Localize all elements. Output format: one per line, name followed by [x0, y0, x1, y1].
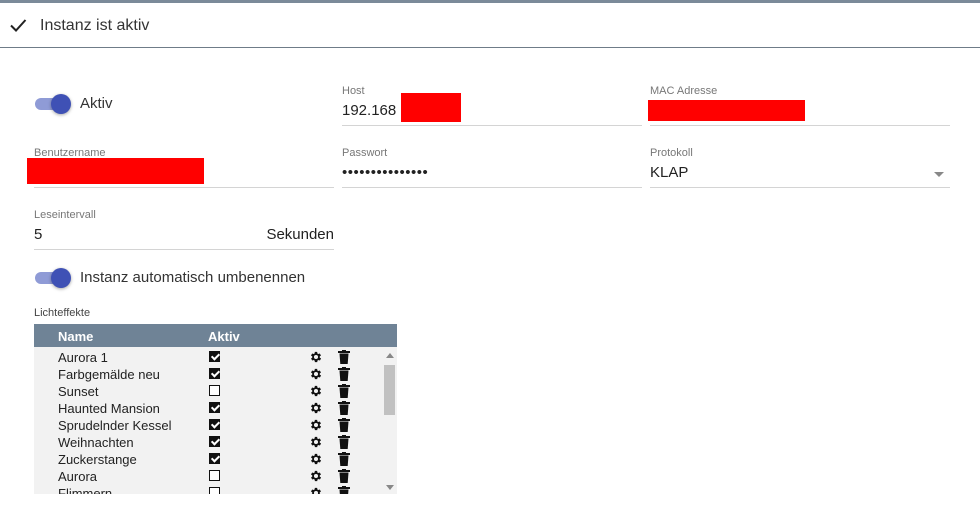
- active-checkbox[interactable]: [209, 368, 220, 379]
- active-checkbox[interactable]: [209, 385, 220, 396]
- password-field[interactable]: Passwort •••••••••••••••: [342, 147, 642, 188]
- scroll-up-icon[interactable]: [386, 353, 394, 358]
- effect-name: Sprudelnder Kessel: [58, 418, 172, 433]
- redaction-mac: [648, 100, 805, 121]
- trash-icon[interactable]: [338, 418, 350, 432]
- protocol-label: Protokoll: [650, 147, 693, 159]
- active-checkbox[interactable]: [209, 351, 220, 362]
- table-row[interactable]: Sprudelnder Kessel: [34, 417, 382, 434]
- gear-icon[interactable]: [309, 452, 323, 466]
- active-toggle[interactable]: [34, 92, 72, 114]
- interval-unit: Sekunden: [266, 226, 334, 243]
- scroll-thumb[interactable]: [384, 365, 395, 415]
- trash-icon[interactable]: [338, 367, 350, 381]
- protocol-value: KLAP: [650, 164, 689, 181]
- light-effects-table: Name Aktiv Aurora 1 Farbgemälde neu Sunset…: [34, 324, 397, 494]
- active-checkbox[interactable]: [209, 436, 220, 447]
- instance-status-header[interactable]: Instanz ist aktiv: [0, 3, 980, 48]
- column-header-name[interactable]: Name: [58, 329, 93, 344]
- gear-icon[interactable]: [309, 435, 323, 449]
- table-row[interactable]: Zuckerstange: [34, 451, 382, 468]
- active-checkbox[interactable]: [209, 453, 220, 464]
- interval-input[interactable]: 5: [34, 226, 42, 243]
- trash-icon[interactable]: [338, 384, 350, 398]
- effect-name: Aurora: [58, 469, 98, 484]
- host-label: Host: [342, 85, 365, 97]
- gear-icon[interactable]: [309, 469, 323, 483]
- redaction-username: [27, 158, 204, 184]
- gear-icon[interactable]: [309, 418, 323, 432]
- effect-name: Aurora 1: [58, 350, 108, 365]
- table-row[interactable]: Haunted Mansion: [34, 400, 382, 417]
- gear-icon[interactable]: [309, 350, 323, 364]
- interval-field[interactable]: Leseintervall 5 Sekunden: [34, 209, 334, 250]
- trash-icon[interactable]: [338, 401, 350, 415]
- active-checkbox[interactable]: [209, 470, 220, 481]
- password-label: Passwort: [342, 147, 388, 159]
- effect-name: Weihnachten: [58, 435, 134, 450]
- table-row[interactable]: Farbgemälde neu: [34, 366, 382, 383]
- trash-icon[interactable]: [338, 469, 350, 483]
- table-row[interactable]: Weihnachten: [34, 434, 382, 451]
- trash-icon[interactable]: [338, 486, 350, 494]
- active-checkbox[interactable]: [209, 487, 220, 494]
- redaction-host: [401, 93, 461, 122]
- table-header: Name Aktiv: [34, 324, 397, 347]
- active-checkbox[interactable]: [209, 402, 220, 413]
- check-icon: [10, 19, 27, 32]
- active-checkbox[interactable]: [209, 419, 220, 430]
- active-toggle-label: Aktiv: [80, 95, 113, 112]
- mac-address-label: MAC Adresse: [650, 85, 718, 97]
- auto-rename-label: Instanz automatisch umbenennen: [80, 269, 306, 286]
- auto-rename-toggle[interactable]: [34, 266, 72, 288]
- trash-icon[interactable]: [338, 350, 350, 364]
- effect-name: Haunted Mansion: [58, 401, 160, 416]
- interval-label: Leseintervall: [34, 209, 96, 221]
- host-field[interactable]: Host 192.168: [342, 85, 642, 126]
- protocol-select[interactable]: Protokoll KLAP: [650, 147, 950, 188]
- table-row[interactable]: Flimmern: [34, 485, 382, 494]
- scroll-down-icon[interactable]: [386, 485, 394, 490]
- dropdown-arrow-icon[interactable]: [934, 172, 944, 177]
- effect-name: Farbgemälde neu: [58, 367, 160, 382]
- header-title: Instanz ist aktiv: [40, 17, 150, 34]
- effect-name: Sunset: [58, 384, 99, 399]
- table-row[interactable]: Sunset: [34, 383, 382, 400]
- table-row[interactable]: Aurora: [34, 468, 382, 485]
- host-input[interactable]: 192.168: [342, 102, 396, 119]
- light-effects-label: Lichteffekte: [34, 307, 91, 319]
- effect-name: Flimmern: [58, 486, 113, 494]
- trash-icon[interactable]: [338, 435, 350, 449]
- gear-icon[interactable]: [309, 486, 323, 494]
- table-body: Aurora 1 Farbgemälde neu Sunset Haunted Man…: [34, 349, 382, 494]
- gear-icon[interactable]: [309, 401, 323, 415]
- gear-icon[interactable]: [309, 384, 323, 398]
- effect-name: Zuckerstange: [58, 452, 137, 467]
- trash-icon[interactable]: [338, 452, 350, 466]
- column-header-active[interactable]: Aktiv: [208, 329, 240, 344]
- gear-icon[interactable]: [309, 367, 323, 381]
- password-input[interactable]: •••••••••••••••: [342, 164, 428, 181]
- table-row[interactable]: Aurora 1: [34, 349, 382, 366]
- table-scrollbar[interactable]: [382, 348, 397, 494]
